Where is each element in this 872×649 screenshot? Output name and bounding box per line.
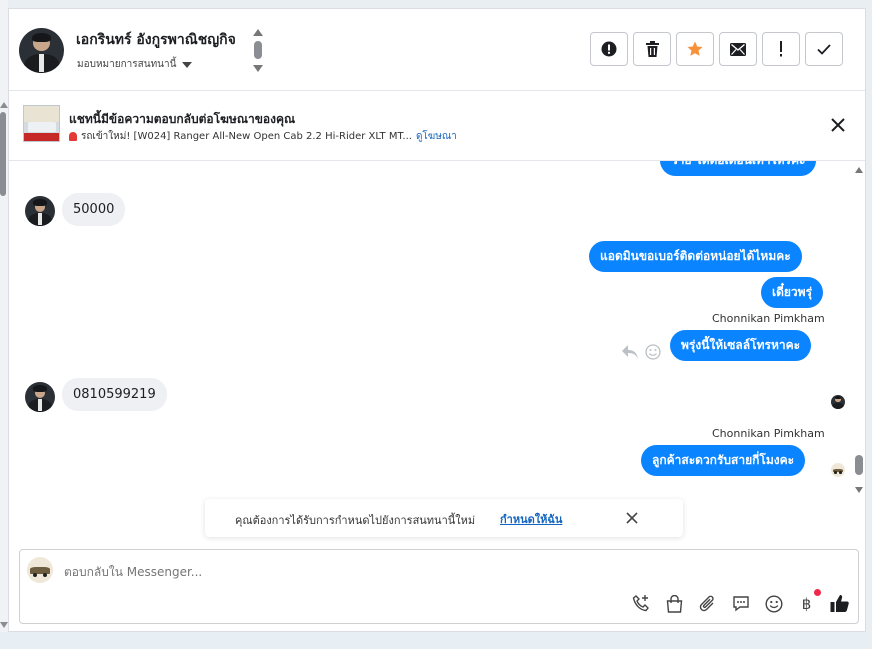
sender-name: Chonnikan Pimkham <box>712 427 825 440</box>
delete-button[interactable] <box>633 32 671 66</box>
shopping-bag-icon <box>666 594 683 613</box>
shop-button[interactable] <box>664 593 685 614</box>
contact-avatar[interactable] <box>25 382 55 412</box>
sender-name: Chonnikan Pimkham <box>712 312 825 325</box>
page-footer-strip <box>0 632 872 649</box>
contact-avatar[interactable] <box>25 196 55 226</box>
conversation-panel: เอกรินทร์ อังกูรพาณิชญกิจ มอบหมายการสนทน… <box>8 8 866 632</box>
close-icon[interactable] <box>829 116 847 134</box>
message-thread: ว่าย ได้ต่อเดือนเท่าไหร่คะ 50000 แอดมินข… <box>9 161 865 499</box>
scroll-down-arrow[interactable] <box>253 65 263 72</box>
mark-done-button[interactable] <box>805 32 843 66</box>
paperclip-icon <box>699 595 714 611</box>
contact-avatar[interactable] <box>19 28 64 73</box>
assign-label: มอบหมายการสนทนานี้ <box>77 59 177 70</box>
react-emoji-icon[interactable] <box>645 344 661 360</box>
composer-toolbar: ฿ <box>631 589 850 614</box>
seen-avatar <box>831 395 845 409</box>
scroll-down-arrow[interactable] <box>855 487 863 493</box>
reassign-prompt-text: คุณต้องการได้รับการกำหนดไปยังการสนทนานี้… <box>235 514 476 527</box>
assign-conversation-dropdown[interactable]: มอบหมายการสนทนานี้ <box>77 57 193 72</box>
reassign-prompt: คุณต้องการได้รับการกำหนดไปยังการสนทนานี้… <box>205 499 683 537</box>
star-icon <box>687 41 703 56</box>
window-scrollbar[interactable] <box>0 0 8 649</box>
message-composer: ฿ <box>19 549 859 624</box>
ad-banner-subtitle: รถเข้าใหม่! [W024] Ranger All-New Open C… <box>69 129 457 144</box>
view-ad-link[interactable]: ดูโฆษณา <box>416 129 457 144</box>
call-button[interactable] <box>631 593 652 614</box>
thread-scrollbar[interactable] <box>853 163 865 495</box>
outgoing-message[interactable]: แอดมินขอเบอร์ติดต่อหน่อยได้ไหมคะ <box>589 241 802 272</box>
envelope-icon <box>730 42 746 56</box>
trash-icon <box>645 41 659 57</box>
attach-button[interactable] <box>697 593 718 614</box>
seen-avatar <box>831 463 845 477</box>
scroll-down-arrow[interactable] <box>0 622 8 628</box>
emoji-button[interactable] <box>763 593 784 614</box>
close-icon[interactable] <box>625 511 639 525</box>
page-avatar <box>27 557 53 583</box>
emoji-icon <box>764 594 783 613</box>
outgoing-message[interactable]: ว่าย ได้ต่อเดือนเท่าไหร่คะ <box>660 161 817 176</box>
name-scroller[interactable] <box>253 29 263 75</box>
conversation-actions <box>590 32 843 66</box>
contact-name[interactable]: เอกรินทร์ อังกูรพาณิชญกิจ <box>76 29 236 51</box>
scroll-up-arrow[interactable] <box>0 102 8 108</box>
mark-unread-button[interactable] <box>719 32 757 66</box>
incoming-message[interactable]: 0810599219 <box>62 378 167 411</box>
notification-dot <box>814 589 821 596</box>
caret-down-icon <box>182 61 193 68</box>
baht-icon: ฿ <box>801 594 812 613</box>
star-button[interactable] <box>676 32 714 66</box>
scroll-thumb[interactable] <box>0 112 6 196</box>
ad-banner-title: แชทนี้มีข้อความตอบกลับต่อโฆษณาของคุณ <box>69 112 296 126</box>
scroll-up-arrow[interactable] <box>253 29 263 36</box>
saved-reply-icon <box>732 596 749 612</box>
outgoing-message[interactable]: ลูกค้าสะดวกรับสายกี่โมงคะ <box>641 445 806 476</box>
outgoing-message[interactable]: เดี๋ยวพรุ่ <box>761 277 824 308</box>
like-icon <box>830 595 849 612</box>
outgoing-message[interactable]: พรุ่งนี้ให้เซลล์โทรหาคะ <box>670 330 812 361</box>
reply-input[interactable] <box>64 565 564 579</box>
call-icon <box>632 595 649 612</box>
exclamation-icon <box>780 41 782 57</box>
spam-report-button[interactable] <box>590 32 628 66</box>
scroll-up-arrow[interactable] <box>855 167 863 173</box>
alert-circle-icon <box>601 41 617 57</box>
ad-thumbnail[interactable] <box>23 105 60 142</box>
payment-button[interactable]: ฿ <box>796 589 821 614</box>
conversation-header: เอกรินทร์ อังกูรพาณิชญกิจ มอบหมายการสนทน… <box>9 9 865 91</box>
ad-name: รถเข้าใหม่! [W024] Ranger All-New Open C… <box>81 131 412 142</box>
scroll-thumb[interactable] <box>254 41 262 59</box>
check-icon <box>817 43 831 55</box>
siren-icon <box>69 132 77 141</box>
like-button[interactable] <box>829 593 850 614</box>
assign-to-me-link[interactable]: กำหนดให้ฉัน <box>500 510 562 528</box>
saved-reply-button[interactable] <box>730 593 751 614</box>
ad-reply-banner: แชทนี้มีข้อความตอบกลับต่อโฆษณาของคุณ รถเ… <box>9 91 865 161</box>
reply-icon[interactable] <box>621 344 639 360</box>
incoming-message[interactable]: 50000 <box>62 193 126 226</box>
follow-up-button[interactable] <box>762 32 800 66</box>
scroll-thumb[interactable] <box>855 455 863 475</box>
